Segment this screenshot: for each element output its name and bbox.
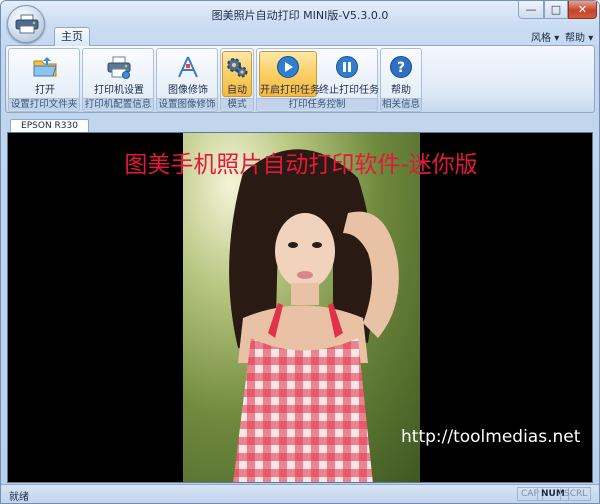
maximize-icon: □ — [550, 3, 562, 16]
status-bar: 就绪 CAP NUM SCRL — [1, 484, 599, 503]
close-button[interactable]: ✕ — [568, 1, 597, 19]
overlay-title: 图美手机照片自动打印软件-迷你版 — [124, 152, 478, 178]
gears-icon — [227, 58, 248, 78]
ribbon-tab-row: 主页 风格 ▾ 帮助 ▾ — [1, 27, 599, 46]
minimize-button[interactable]: — — [518, 1, 544, 19]
preview-photo — [183, 133, 420, 482]
pause-icon — [336, 56, 358, 78]
auto-mode-button[interactable]: 自动 — [222, 51, 252, 97]
print-preview-area: 图美手机照片自动打印软件-迷你版 http://toolmedias.net — [7, 132, 593, 483]
start-print-task-button[interactable]: 开启打印任务 — [259, 51, 320, 97]
application-menu-button[interactable] — [7, 5, 45, 43]
group-mode: 自动 模式 — [220, 48, 254, 112]
help-menu-label: 帮助 — [565, 33, 585, 44]
image-retouch-label: 图像修饰 — [168, 85, 208, 96]
svg-text:?: ? — [397, 60, 405, 76]
style-menu[interactable]: 风格 ▾ — [531, 29, 559, 44]
group-label: 打印任务控制 — [257, 98, 377, 110]
image-retouch-button[interactable]: 图像修饰 — [161, 51, 215, 97]
style-menu-label: 风格 — [531, 33, 551, 44]
group-label: 模式 — [221, 98, 253, 110]
help-menu[interactable]: 帮助 ▾ — [565, 29, 593, 44]
help-button-label: 帮助 — [391, 85, 411, 96]
status-text: 就绪 — [9, 492, 29, 503]
title-bar: 图美照片自动打印 MINI版-V5.3.0.0 — □ ✕ — [1, 1, 599, 27]
stop-print-task-label: 终止打印任务 — [319, 85, 379, 96]
group-image-retouch: 图像修饰 设置图像修饰 — [156, 48, 218, 112]
printer-document-tab[interactable]: EPSON R330 Series — [10, 119, 89, 144]
tab-home[interactable]: 主页 — [54, 27, 90, 46]
start-print-task-label: 开启打印任务 — [260, 85, 320, 96]
maximize-button[interactable]: □ — [544, 1, 568, 19]
group-print-folder: 打开 设置打印文件夹 — [8, 48, 80, 112]
printer-icon — [107, 56, 131, 79]
image-edit-icon — [178, 56, 198, 78]
printer-settings-label: 打印机设置 — [94, 85, 144, 96]
open-button[interactable]: 打开 — [17, 51, 73, 97]
group-printer-config: 打印机设置 打印机配置信息 — [82, 48, 154, 112]
app-window: 图美照片自动打印 MINI版-V5.3.0.0 — □ ✕ 主页 风格 ▾ 帮助… — [0, 0, 600, 504]
minimize-icon: — — [525, 3, 537, 16]
group-print-task-control: 开启打印任务 终止打印任务 打印任务控制 — [256, 48, 379, 112]
open-button-label: 打开 — [35, 85, 55, 96]
stop-print-task-button[interactable]: 终止打印任务 — [318, 51, 379, 97]
window-title: 图美照片自动打印 MINI版-V5.3.0.0 — [211, 9, 389, 22]
photo-image — [229, 149, 399, 482]
overlay-url: http://toolmedias.net — [401, 427, 581, 447]
group-related-info: ? 帮助 相关信息 — [380, 48, 422, 112]
help-icon: ? — [390, 56, 412, 78]
ribbon-panel: 打开 设置打印文件夹 打印机设置 打印机配置信息 图像修饰 设置图像修饰 自动 … — [5, 45, 595, 113]
printer-orb-icon — [15, 14, 39, 34]
chevron-down-icon: ▾ — [554, 33, 560, 44]
chevron-down-icon: ▾ — [588, 33, 594, 44]
group-label: 相关信息 — [381, 98, 421, 110]
group-label: 设置图像修饰 — [157, 98, 217, 110]
folder-icon — [33, 57, 57, 77]
close-icon: ✕ — [577, 3, 588, 16]
play-icon — [277, 56, 299, 78]
printer-settings-button[interactable]: 打印机设置 — [87, 51, 151, 97]
group-label: 设置打印文件夹 — [9, 98, 79, 110]
group-label: 打印机配置信息 — [83, 98, 153, 110]
help-button[interactable]: ? 帮助 — [384, 51, 418, 97]
auto-mode-label: 自动 — [227, 85, 247, 96]
scroll-lock-indicator: SCRL — [560, 487, 592, 501]
